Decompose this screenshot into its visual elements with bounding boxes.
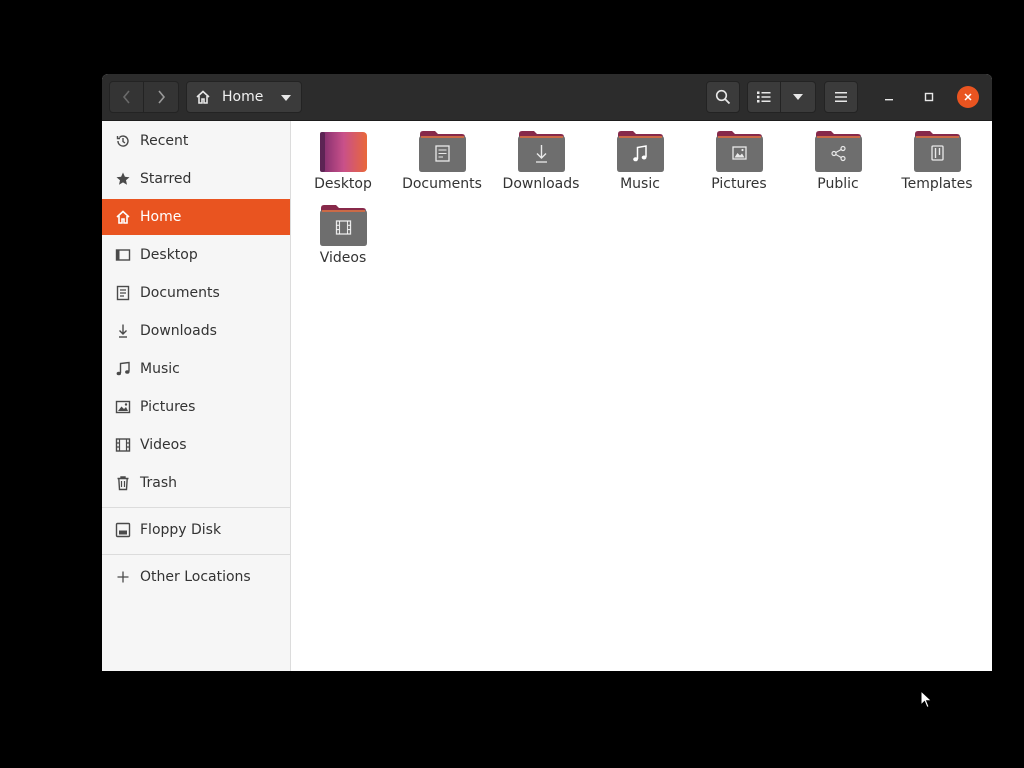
documents-folder-icon <box>419 131 466 172</box>
navigation-buttons <box>109 81 179 113</box>
sidebar-item-trash[interactable]: Trash <box>102 465 290 501</box>
desktop-folder-icon <box>320 132 367 172</box>
headerbar: Home <box>102 74 992 121</box>
folder-item-public[interactable]: Public <box>790 121 886 192</box>
sidebar-item-recent[interactable]: Recent <box>102 123 290 159</box>
videos-folder-icon <box>320 205 367 246</box>
mouse-pointer-icon <box>920 690 933 709</box>
folder-item-music[interactable]: Music <box>592 121 688 192</box>
downloads-folder-icon <box>518 131 565 172</box>
download-icon <box>115 323 131 339</box>
sidebar-separator <box>102 507 290 508</box>
folder-item-pictures[interactable]: Pictures <box>691 121 787 192</box>
search-button[interactable] <box>706 81 740 113</box>
maximize-icon <box>924 92 934 102</box>
trash-icon <box>115 475 131 491</box>
hamburger-menu-icon <box>835 92 847 102</box>
chevron-left-icon <box>122 90 130 104</box>
sidebar-item-label: Home <box>140 209 182 225</box>
back-button[interactable] <box>109 81 144 113</box>
music-folder-icon <box>617 131 664 172</box>
folder-item-documents[interactable]: Documents <box>394 121 490 192</box>
minimize-icon <box>885 99 893 101</box>
list-view-icon <box>757 91 771 103</box>
desktop-icon <box>115 247 131 263</box>
sidebar-separator <box>102 554 290 555</box>
chevron-right-icon <box>158 90 166 104</box>
floppy-icon <box>115 522 131 538</box>
sidebar-item-label: Videos <box>140 437 187 453</box>
chevron-down-icon <box>793 94 803 100</box>
sidebar-item-floppy-disk[interactable]: Floppy Disk <box>102 512 290 548</box>
clock-icon <box>115 133 131 149</box>
folder-item-templates[interactable]: Templates <box>889 121 985 192</box>
plus-icon <box>115 569 131 585</box>
maximize-button[interactable] <box>917 85 941 109</box>
sidebar-item-label: Recent <box>140 133 189 149</box>
sidebar-item-home[interactable]: Home <box>102 199 290 235</box>
view-options-button[interactable] <box>781 81 816 113</box>
close-button[interactable] <box>957 86 979 108</box>
minimize-button[interactable] <box>877 85 901 109</box>
sidebar-item-label: Music <box>140 361 180 377</box>
view-buttons <box>747 81 816 113</box>
search-icon <box>715 89 731 105</box>
folder-item-videos[interactable]: Videos <box>295 195 391 266</box>
film-icon <box>115 437 131 453</box>
list-view-button[interactable] <box>747 81 781 113</box>
sidebar-item-other-locations[interactable]: Other Locations <box>102 559 290 595</box>
document-icon <box>115 285 131 301</box>
music-icon <box>115 361 131 377</box>
sidebar-item-label: Pictures <box>140 399 196 415</box>
sidebar-item-pictures[interactable]: Pictures <box>102 389 290 425</box>
chevron-down-icon <box>281 95 291 101</box>
sidebar-item-videos[interactable]: Videos <box>102 427 290 463</box>
picture-icon <box>115 399 131 415</box>
public-folder-icon <box>815 131 862 172</box>
sidebar-item-label: Floppy Disk <box>140 522 222 538</box>
path-bar-home-button[interactable]: Home <box>186 81 302 113</box>
folder-label: Templates <box>901 176 973 192</box>
places-sidebar: Recent Starred Home Desktop Documents Do… <box>102 121 291 671</box>
sidebar-item-desktop[interactable]: Desktop <box>102 237 290 273</box>
sidebar-item-label: Other Locations <box>140 569 251 585</box>
sidebar-item-documents[interactable]: Documents <box>102 275 290 311</box>
close-icon <box>964 93 972 101</box>
file-view: Desktop Documents Downloads Music Pictur… <box>291 121 992 671</box>
sidebar-item-label: Starred <box>140 171 192 187</box>
templates-folder-icon <box>914 131 961 172</box>
sidebar-item-starred[interactable]: Starred <box>102 161 290 197</box>
folder-item-desktop[interactable]: Desktop <box>295 121 391 192</box>
star-icon <box>115 171 131 187</box>
sidebar-item-music[interactable]: Music <box>102 351 290 387</box>
file-manager-window: Home Recent Starred Home Desktop Documen… <box>102 74 992 671</box>
folder-item-downloads[interactable]: Downloads <box>493 121 589 192</box>
sidebar-item-label: Desktop <box>140 247 198 263</box>
sidebar-item-label: Downloads <box>140 323 217 339</box>
forward-button[interactable] <box>144 81 179 113</box>
path-label: Home <box>222 89 264 105</box>
pictures-folder-icon <box>716 131 763 172</box>
home-icon <box>115 209 131 225</box>
folder-label: Videos <box>319 250 367 266</box>
sidebar-item-downloads[interactable]: Downloads <box>102 313 290 349</box>
sidebar-item-label: Documents <box>140 285 220 301</box>
home-icon <box>196 90 210 104</box>
main-menu-button[interactable] <box>824 81 858 113</box>
sidebar-item-label: Trash <box>140 475 177 491</box>
